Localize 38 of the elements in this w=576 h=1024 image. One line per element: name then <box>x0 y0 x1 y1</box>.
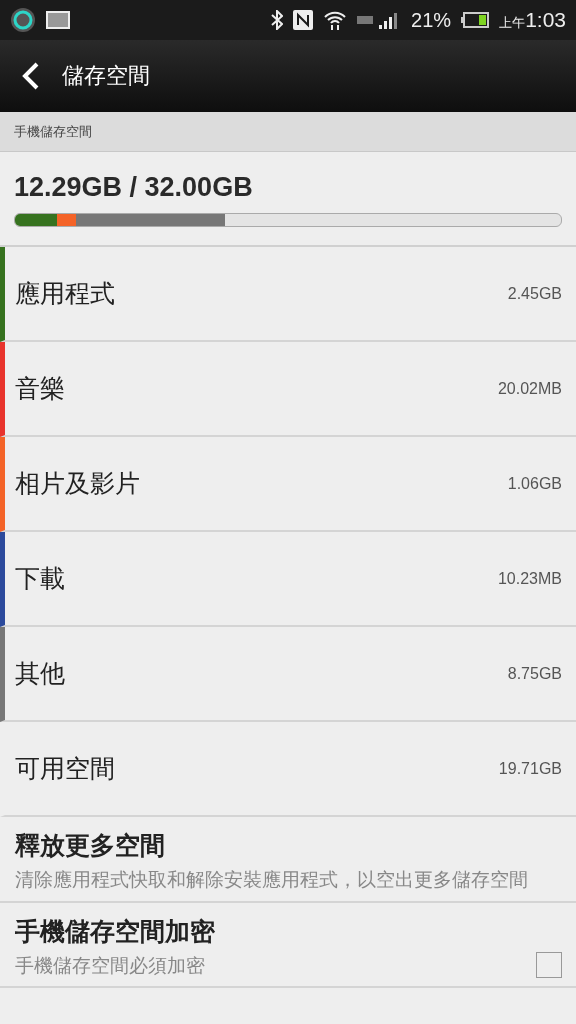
setting-row[interactable]: 釋放更多空間 清除應用程式快取和解除安裝應用程式，以空出更多儲存空間 <box>0 817 576 903</box>
category-label: 音樂 <box>15 373 66 405</box>
category-size: 19.71GB <box>498 759 562 778</box>
category-row[interactable]: 其他 8.75GB <box>0 627 576 722</box>
setting-row[interactable]: 手機儲存空間加密 手機儲存空間必須加密 <box>0 902 576 989</box>
clock-time: 1:03 <box>525 8 566 32</box>
battery-percent: 21% <box>411 8 452 32</box>
category-size: 10.23MB <box>497 569 562 588</box>
category-label: 其他 <box>15 658 66 690</box>
category-label: 相片及影片 <box>15 468 141 500</box>
screen-title: 儲存空間 <box>62 62 150 90</box>
nfc-icon <box>293 10 314 30</box>
back-button[interactable] <box>20 61 40 91</box>
category-size: 2.45GB <box>507 284 562 303</box>
section-header: 手機儲存空間 <box>0 112 576 152</box>
category-label: 可用空間 <box>15 753 116 785</box>
setting-title: 釋放更多空間 <box>15 830 166 862</box>
category-row[interactable]: 相片及影片 1.06GB <box>0 437 576 532</box>
category-size: 20.02MB <box>497 379 562 398</box>
image-icon <box>46 11 70 29</box>
category-row[interactable]: 下載 10.23MB <box>0 532 576 627</box>
category-size: 8.75GB <box>507 664 562 683</box>
category-row[interactable]: 應用程式 2.45GB <box>0 247 576 342</box>
category-row[interactable]: 音樂 20.02MB <box>0 342 576 437</box>
checkbox[interactable] <box>536 952 562 979</box>
category-label: 應用程式 <box>15 278 116 310</box>
time-prefix: 上午 <box>499 15 526 32</box>
ring-icon <box>10 7 36 33</box>
wifi-icon <box>323 9 348 31</box>
category-size: 1.06GB <box>507 474 562 493</box>
category-label: 下載 <box>15 563 66 595</box>
setting-summary: 清除應用程式快取和解除安裝應用程式，以空出更多儲存空間 <box>15 867 529 892</box>
battery-icon <box>461 12 490 28</box>
bluetooth-icon <box>271 10 284 30</box>
setting-summary: 手機儲存空間必須加密 <box>15 952 206 978</box>
storage-total: 12.29GB / 32.00GB <box>14 172 254 203</box>
category-row[interactable]: 可用空間 19.71GB <box>0 722 576 817</box>
setting-title: 手機儲存空間加密 <box>15 915 216 948</box>
